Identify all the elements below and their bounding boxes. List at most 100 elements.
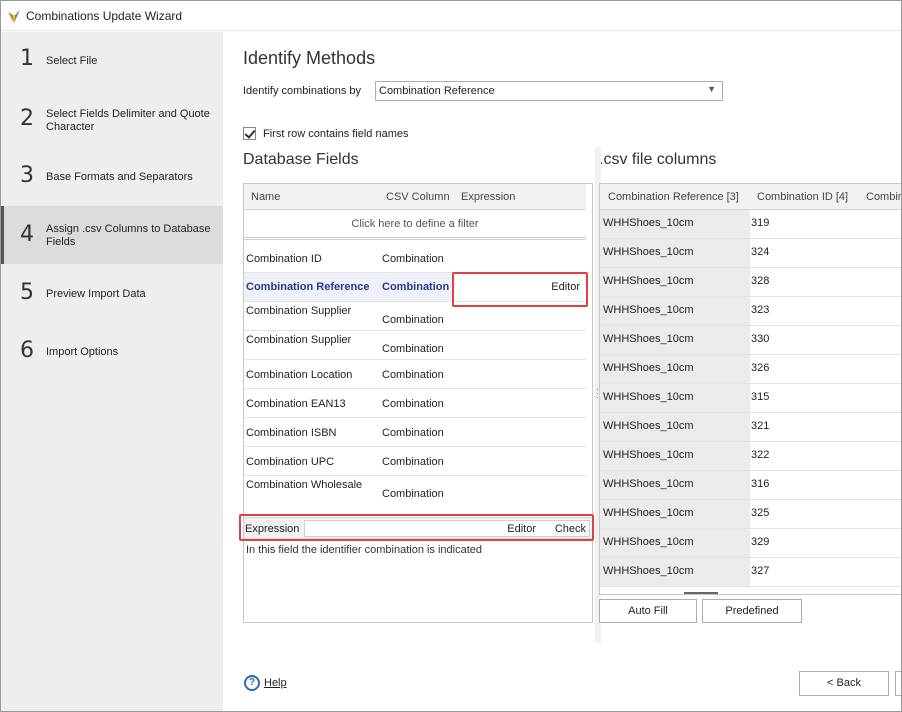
app-logo-icon [8, 10, 20, 23]
cell-id: 329 [751, 536, 770, 548]
database-fields-title: Database Fields [243, 151, 359, 168]
table-row[interactable]: WHHShoes_10cm 329 [600, 529, 901, 558]
column-header-name[interactable]: Name [251, 191, 280, 203]
table-row[interactable]: Combination EAN13 Combination [244, 389, 586, 418]
field-csv-column[interactable]: Combination [382, 369, 452, 381]
step-label: Base Formats and Separators [46, 171, 193, 183]
cell-reference: WHHShoes_10cm [600, 239, 750, 267]
step-base-formats[interactable]: 3 Base Formats and Separators [1, 158, 223, 196]
table-row[interactable]: WHHShoes_10cm 324 [600, 239, 901, 268]
field-csv-column[interactable]: Combination [382, 253, 452, 265]
main-panel: Identify Methods Identify combinations b… [223, 32, 901, 711]
field-name: Combination UPC [246, 456, 335, 468]
table-row[interactable]: Combination UPC Combination [244, 447, 586, 476]
table-row[interactable]: WHHShoes_10cm 316 [600, 471, 901, 500]
horizontal-scrollbar[interactable] [684, 592, 718, 594]
table-row[interactable]: WHHShoes_10cm 323 [600, 297, 901, 326]
table-row[interactable]: WHHShoes_10cm 322 [600, 442, 901, 471]
table-row[interactable]: Combination ISBN Combination [244, 418, 586, 447]
step-label: Select File [46, 55, 98, 67]
step-assign-columns[interactable]: 4 Assign .csv Columns to Database Fields [1, 206, 223, 264]
field-name: Combination ISBN [246, 427, 337, 439]
field-csv-column[interactable]: Combination [382, 343, 452, 355]
field-csv-column[interactable]: Combination [382, 427, 452, 439]
table-row[interactable]: Combination Wholesale Combination [244, 476, 586, 505]
step-import-options[interactable]: 6 Import Options [1, 334, 223, 372]
field-name: Combination EAN13 [246, 398, 346, 410]
cell-reference: WHHShoes_10cm [600, 326, 750, 354]
cell-id: 330 [751, 333, 770, 345]
identify-by-select[interactable]: Combination Reference ▼ [375, 81, 723, 101]
first-row-checkbox[interactable] [243, 127, 256, 140]
cell-id: 319 [751, 217, 770, 229]
first-row-label: First row contains field names [263, 128, 409, 140]
cell-reference: WHHShoes_10cm [600, 413, 750, 441]
database-fields-grid: Name CSV Column Expression Click here to… [243, 183, 594, 623]
cell-id: 316 [751, 478, 770, 490]
cell-reference: WHHShoes_10cm [600, 268, 750, 296]
step-select-file[interactable]: 1 Select File [1, 42, 223, 80]
predefined-button[interactable]: Predefined [702, 599, 802, 623]
column-header-csv[interactable]: CSV Column [386, 191, 450, 203]
grid-header: Combination Reference [3] Combination ID… [600, 184, 901, 210]
cell-id: 322 [751, 449, 770, 461]
grid-header: Name CSV Column Expression [244, 184, 586, 210]
table-row[interactable]: WHHShoes_10cm 330 [600, 326, 901, 355]
cell-reference: WHHShoes_10cm [600, 297, 750, 325]
title-bar: Combinations Update Wizard [1, 1, 901, 31]
table-row[interactable]: WHHShoes_10cm 315 [600, 384, 901, 413]
identify-by-label: Identify combinations by [243, 85, 362, 97]
step-number: 5 [20, 280, 34, 305]
filter-row[interactable]: Click here to define a filter [244, 210, 586, 240]
cell-id: 325 [751, 507, 770, 519]
field-description: In this field the identifier combination… [246, 544, 483, 556]
step-number: 2 [20, 106, 34, 131]
field-csv-column[interactable]: Combination [382, 398, 452, 410]
table-row[interactable]: WHHShoes_10cm 319 [600, 210, 901, 239]
table-row[interactable]: Combination Supplier Combination [244, 331, 586, 360]
field-csv-column[interactable]: Combination [382, 281, 452, 293]
cell-id: 323 [751, 304, 770, 316]
cell-reference: WHHShoes_10cm [600, 558, 750, 586]
field-csv-column[interactable]: Combination [382, 488, 452, 500]
cell-reference: WHHShoes_10cm [600, 471, 750, 499]
csv-columns-grid: Combination Reference [3] Combination ID… [599, 183, 901, 595]
next-button[interactable] [895, 671, 901, 696]
column-header-combination-id[interactable]: Combination ID [4] [757, 191, 848, 203]
table-row[interactable]: WHHShoes_10cm 321 [600, 413, 901, 442]
column-header-combination-reference[interactable]: Combination Reference [3] [608, 191, 739, 203]
cell-id: 315 [751, 391, 770, 403]
table-row[interactable]: WHHShoes_10cm 327 [600, 558, 901, 587]
field-name: Combination Location [246, 369, 353, 381]
field-csv-column[interactable]: Combination [382, 314, 452, 326]
table-row[interactable]: WHHShoes_10cm 328 [600, 268, 901, 297]
table-row[interactable]: WHHShoes_10cm 326 [600, 355, 901, 384]
auto-fill-button[interactable]: Auto Fill [599, 599, 697, 623]
wizard-window: Combinations Update Wizard 1 Select File… [0, 0, 902, 712]
step-number: 6 [20, 338, 34, 363]
page-title: Identify Methods [243, 48, 376, 68]
field-name: Combination Supplier [246, 334, 352, 346]
step-select-delimiter[interactable]: 2 Select Fields Delimiter and Quote Char… [1, 94, 223, 144]
column-header-combination[interactable]: Combin [866, 191, 901, 203]
step-label: Assign .csv Columns to Database Fields [46, 223, 211, 248]
cell-id: 324 [751, 246, 770, 258]
column-header-expression[interactable]: Expression [461, 191, 515, 203]
table-row[interactable]: Combination ID Combination [244, 244, 586, 273]
back-button[interactable]: < Back [799, 671, 889, 696]
field-name: Combination Wholesale [246, 479, 363, 491]
cell-reference: WHHShoes_10cm [600, 384, 750, 412]
highlight-expression-cell [452, 272, 588, 307]
identify-by-value: Combination Reference [379, 85, 495, 97]
step-label: Preview Import Data [46, 288, 146, 300]
cell-reference: WHHShoes_10cm [600, 210, 750, 238]
help-icon[interactable]: ? [244, 675, 260, 691]
step-number: 4 [20, 222, 34, 247]
field-csv-column[interactable]: Combination [382, 456, 452, 468]
table-row[interactable]: WHHShoes_10cm 325 [600, 500, 901, 529]
table-row[interactable]: Combination Location Combination [244, 360, 586, 389]
step-preview-import[interactable]: 5 Preview Import Data [1, 276, 223, 314]
chevron-down-icon[interactable]: ▼ [707, 84, 716, 94]
step-number: 1 [20, 46, 34, 71]
help-label[interactable]: Help [264, 677, 287, 689]
